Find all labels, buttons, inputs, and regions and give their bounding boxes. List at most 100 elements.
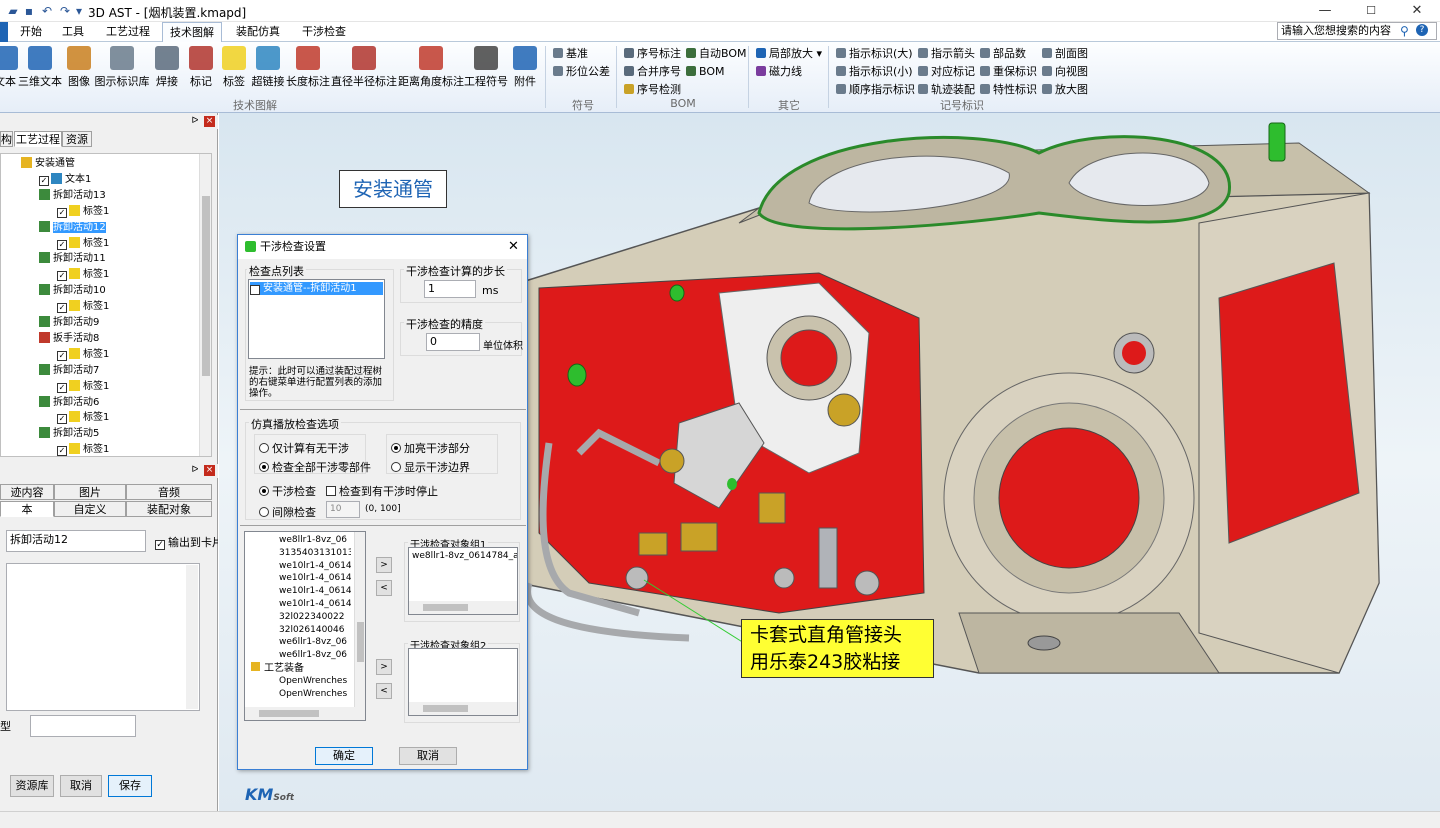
part-item[interactable]: we10lr1-4_0614 — [279, 585, 351, 598]
file-menu-button[interactable] — [0, 22, 8, 42]
balloon-button[interactable]: 序号标注 — [624, 45, 681, 62]
description-textarea[interactable] — [6, 563, 200, 711]
part-item[interactable]: 32l022340022 — [279, 611, 351, 624]
tree-node[interactable]: ✓ 标签1 — [57, 204, 109, 220]
resource-library-button[interactable]: 资源库 — [10, 775, 54, 797]
part-item[interactable]: 32l026140046 — [279, 624, 351, 637]
mark-item-button[interactable]: 重保标识 — [980, 63, 1037, 80]
close-icon[interactable]: × — [204, 465, 215, 476]
cancel-button[interactable]: 取消 — [60, 775, 102, 797]
process-tree[interactable]: 安装通管 ✓ 文本1 拆卸活动13 ✓ 标签1 拆卸活动12 ✓ 标签1 拆卸活动11 ✓ 标签1 拆卸… — [0, 153, 212, 457]
group2-list[interactable] — [408, 648, 518, 716]
tab-start[interactable]: 开始 — [12, 22, 50, 42]
tab-assembly-object[interactable]: 装配对象 — [126, 501, 212, 517]
group1-list[interactable]: we8llr1-8vz_0614784_a — [408, 547, 518, 615]
check-all-radio[interactable]: 检查全部干涉零部件 — [259, 459, 371, 475]
mark-item-button[interactable]: 指示箭头 — [918, 45, 975, 62]
tab-custom[interactable]: 自定义 — [54, 501, 126, 517]
tab-text[interactable]: 本 — [0, 501, 54, 517]
tree-node[interactable]: ✓ 标签1 — [57, 410, 109, 426]
step-input[interactable]: 1 — [424, 280, 476, 298]
mark-item-button[interactable]: 对应标记 — [918, 63, 975, 80]
parts-tree[interactable]: we8llr1-8vz_06 3135403131013 we10lr1-4_061… — [244, 531, 366, 721]
tree-node[interactable]: 拆卸活动11 — [39, 251, 106, 267]
tree-node[interactable]: 安装通管 — [21, 156, 75, 172]
close-icon[interactable]: ✕ — [1394, 0, 1440, 22]
tab-track-content[interactable]: 迹内容 — [0, 484, 54, 500]
datum-button[interactable]: 基准 — [553, 45, 588, 62]
remove-from-group1-button[interactable]: < — [376, 580, 392, 596]
tab-picture[interactable]: 图片 — [54, 484, 126, 500]
ribbon-button-5[interactable]: 焊接 — [152, 44, 182, 100]
tree-checkbox[interactable]: ✓ — [57, 382, 67, 393]
tab-audio[interactable]: 音频 — [126, 484, 212, 500]
add-to-group2-button[interactable]: > — [376, 659, 392, 675]
tab-process[interactable]: 工艺过程 — [14, 131, 62, 147]
tree-node[interactable]: 拆卸活动10 — [39, 283, 106, 299]
tree-checkbox[interactable]: ✓ — [57, 271, 67, 282]
part-item[interactable]: we10lr1-4_0614 — [279, 572, 351, 585]
mark-item-button[interactable]: 部品数 — [980, 45, 1026, 62]
clearance-check-radio[interactable]: 间隙检查 — [259, 504, 316, 520]
mark-item-button[interactable]: 剖面图 — [1042, 45, 1088, 62]
mark-item-button[interactable]: 特性标识 — [980, 81, 1037, 98]
only-whether-radio[interactable]: 仅计算有无干涉 — [259, 440, 349, 456]
mark-item-button[interactable]: 轨迹装配 — [918, 81, 975, 98]
maximize-icon[interactable]: ☐ — [1348, 0, 1394, 22]
tab-process[interactable]: 工艺过程 — [100, 22, 156, 42]
tree-node[interactable]: 拆卸活动12 — [39, 220, 106, 236]
search-icon[interactable]: ⚲ — [1400, 24, 1409, 38]
highlight-radio[interactable]: 加亮干涉部分 — [391, 440, 470, 456]
redo-icon[interactable]: ↷ — [58, 4, 72, 18]
ribbon-button-8[interactable]: 超链接 — [250, 44, 286, 100]
minimize-icon[interactable]: — — [1302, 0, 1348, 22]
list-item[interactable]: we8llr1-8vz_0614784_a — [412, 550, 517, 563]
tree-node[interactable]: ✓ 标签1 — [57, 379, 109, 395]
part-item[interactable]: we6llr1-8vz_06 — [279, 649, 351, 662]
mark-item-button[interactable]: 向视图 — [1042, 63, 1088, 80]
callout-label[interactable]: 卡套式直角管接头 用乐泰243胶粘接 — [741, 619, 934, 678]
tree-node[interactable]: 拆卸活动5 — [39, 426, 99, 442]
tab-resources[interactable]: 资源 — [62, 131, 92, 147]
ribbon-button-13[interactable]: 附件 — [510, 44, 540, 100]
tree-node[interactable]: ✓ 标签1 — [57, 299, 109, 315]
tree-node[interactable]: 拆卸活动7 — [39, 363, 99, 379]
search-input[interactable]: 请输入您想搜索的内容 — [1277, 22, 1437, 40]
tool-item[interactable]: OpenWrenches — [279, 688, 351, 701]
tree-checkbox[interactable]: ✓ — [57, 350, 67, 361]
gdt-button[interactable]: 形位公差 — [553, 63, 610, 80]
ribbon-button-1[interactable]: 文本 — [0, 44, 18, 100]
tab-tools[interactable]: 工具 — [54, 22, 92, 42]
ribbon-button-4[interactable]: 图示标识库 — [94, 44, 150, 100]
part-item[interactable]: 3135403131013 — [279, 547, 351, 560]
mark-item-button[interactable]: 顺序指示标识 — [836, 81, 915, 98]
tree-node[interactable]: ✓ 标签1 — [57, 267, 109, 283]
bom-button[interactable]: BOM — [686, 63, 725, 80]
ribbon-button-3[interactable]: 图像 — [64, 44, 94, 100]
open-icon[interactable]: ▰ — [6, 4, 20, 18]
tool-group-node[interactable]: 工艺装备 — [251, 662, 304, 675]
part-item[interactable]: we10lr1-4_0614 — [279, 560, 351, 573]
tree-node[interactable]: ✓ 标签1 — [57, 442, 109, 456]
auto-bom-button[interactable]: 自动BOM — [686, 45, 747, 62]
mark-item-button[interactable]: 放大图 — [1042, 81, 1088, 98]
tree-checkbox[interactable]: ✓ — [57, 239, 67, 250]
ribbon-button-9[interactable]: 长度标注 — [286, 44, 330, 100]
add-to-group1-button[interactable]: > — [376, 557, 392, 573]
customize-icon[interactable]: ▾ — [72, 4, 86, 18]
undo-icon[interactable]: ↶ — [40, 4, 54, 18]
balloon-check-button[interactable]: 序号检测 — [624, 81, 681, 98]
ribbon-button-10[interactable]: 直径半径标注 — [330, 44, 398, 100]
merge-balloon-button[interactable]: 合并序号 — [624, 63, 681, 80]
parts-scrollbar[interactable] — [354, 532, 365, 707]
checkpoint-item[interactable]: ✓ 安装通管--拆卸活动1 — [250, 282, 383, 295]
parts-hscrollbar[interactable] — [245, 707, 365, 720]
interference-check-radio[interactable]: 干涉检查 — [259, 483, 316, 499]
tree-checkbox[interactable]: ✓ — [57, 207, 67, 218]
activity-name-field[interactable]: 拆卸活动12 — [6, 530, 146, 552]
tree-node[interactable]: ✓ 文本1 — [39, 172, 91, 188]
ribbon-button-7[interactable]: 标签 — [218, 44, 250, 100]
cancel-button[interactable]: 取消 — [399, 747, 457, 765]
checkpoint-list[interactable]: ✓ 安装通管--拆卸活动1 — [248, 279, 385, 359]
remove-from-group2-button[interactable]: < — [376, 683, 392, 699]
